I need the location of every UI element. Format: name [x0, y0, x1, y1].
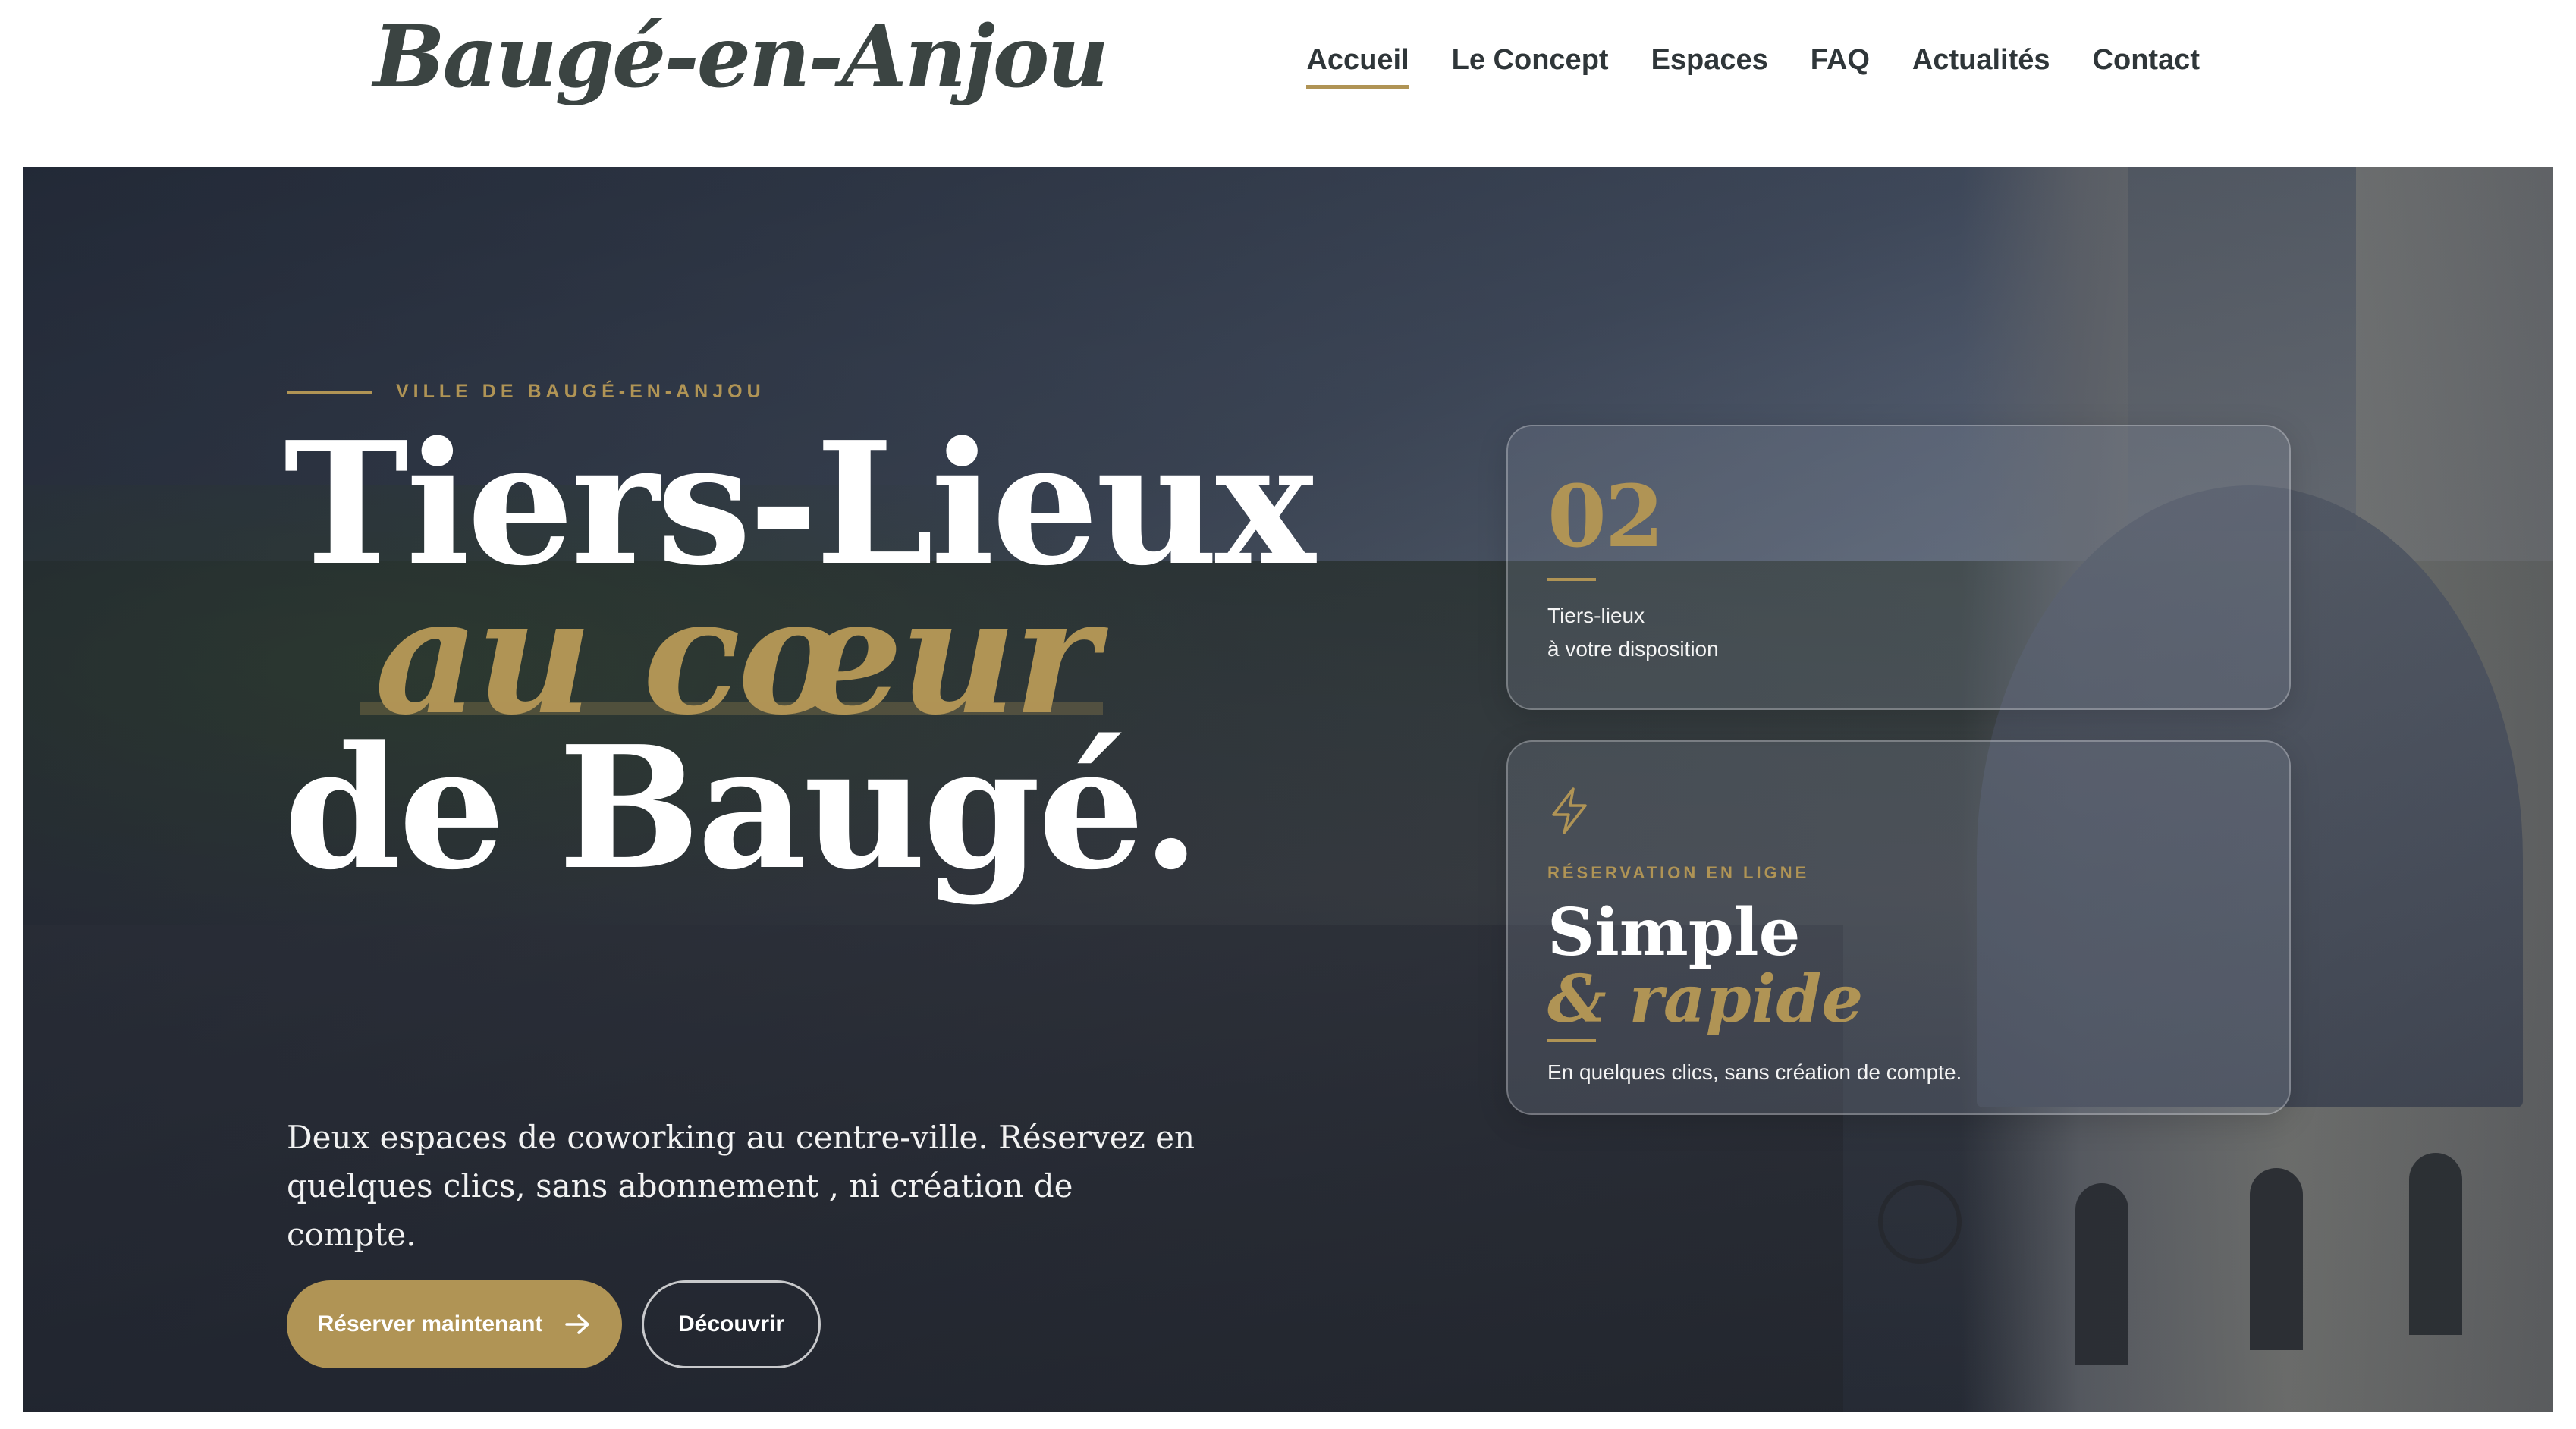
headline-line-1: Tiers-Lieux	[284, 406, 1315, 603]
headline-line-3: de Baugé.	[284, 710, 1200, 907]
main-nav: Accueil Le Concept Espaces FAQ Actualité…	[1306, 44, 2200, 89]
feature-rule	[1547, 1039, 1596, 1042]
stat-card: 02 Tiers-lieux à votre disposition	[1506, 425, 2291, 710]
lightning-bolt-icon	[1546, 786, 1593, 836]
arrow-right-icon	[565, 1314, 591, 1335]
feature-title: Simple	[1547, 894, 1801, 971]
hero-eyebrow-text: VILLE DE BAUGÉ-EN-ANJOU	[396, 381, 765, 402]
site-logo[interactable]: Baugé-en-Anjou	[373, 8, 1109, 107]
nav-item-espaces[interactable]: Espaces	[1651, 44, 1768, 89]
hero-eyebrow: VILLE DE BAUGÉ-EN-ANJOU	[287, 381, 765, 403]
feature-text: En quelques clics, sans création de comp…	[1547, 1060, 1962, 1084]
stat-number: 02	[1547, 467, 1664, 567]
headline-line-2: au cœur	[359, 561, 1104, 750]
stat-caption: Tiers-lieux à votre disposition	[1547, 599, 1719, 666]
site-header: Baugé-en-Anjou Accueil Le Concept Espace…	[0, 0, 2576, 167]
nav-item-accueil[interactable]: Accueil	[1306, 44, 1409, 89]
nav-item-le-concept[interactable]: Le Concept	[1452, 44, 1609, 89]
discover-button[interactable]: Découvrir	[642, 1280, 821, 1368]
feature-title-accent: & rapide	[1547, 961, 1864, 1038]
hero-description: Deux espaces de coworking au centre-vill…	[287, 1119, 1195, 1253]
nav-item-faq[interactable]: FAQ	[1811, 44, 1870, 89]
nav-item-contact[interactable]: Contact	[2093, 44, 2200, 89]
stat-rule	[1547, 578, 1596, 581]
feature-card: RÉSERVATION EN LIGNE Simple & rapide En …	[1506, 740, 2291, 1115]
eyebrow-rule	[287, 390, 372, 394]
feature-eyebrow: RÉSERVATION EN LIGNE	[1547, 863, 1810, 882]
hero-headline: Tiers-Lieux au cœur de Baugé.	[284, 406, 1315, 907]
nav-item-actualites[interactable]: Actualités	[1912, 44, 2050, 89]
stat-caption-line-1: Tiers-lieux	[1547, 604, 1645, 627]
hero-section: VILLE DE BAUGÉ-EN-ANJOU Tiers-Lieux au c…	[23, 167, 2553, 1412]
reserve-now-label: Réserver maintenant	[317, 1311, 543, 1336]
stat-caption-line-2: à votre disposition	[1547, 637, 1719, 661]
reserve-now-button[interactable]: Réserver maintenant	[287, 1280, 622, 1368]
